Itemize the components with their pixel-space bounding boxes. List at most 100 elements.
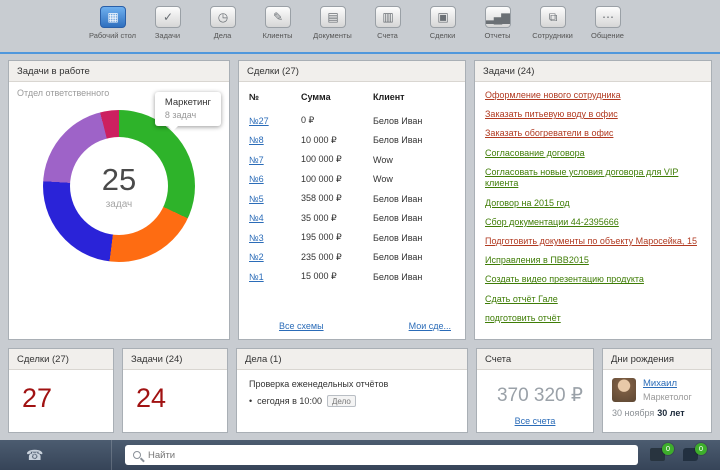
deal-client: Белов Иван bbox=[373, 209, 455, 229]
deal-sum: 358 000 ₽ bbox=[301, 189, 373, 209]
tooltip-title: Маркетинг bbox=[165, 97, 211, 108]
task-link[interactable]: подготовить отчёт bbox=[485, 313, 701, 325]
deals-table-header-row: № Сумма Клиент bbox=[249, 88, 455, 111]
deal-number-link[interactable]: №4 bbox=[249, 213, 264, 223]
deal-client: Белов Иван bbox=[373, 111, 455, 131]
badge-cards-icon: ⧉ bbox=[540, 6, 566, 28]
toolbar-item-label: Сотрудники bbox=[532, 31, 573, 40]
panel-title: Сделки (27) bbox=[9, 349, 113, 370]
deal-sum: 100 000 ₽ bbox=[301, 170, 373, 190]
deal-sum: 100 000 ₽ bbox=[301, 150, 373, 170]
panel-title: Задачи (24) bbox=[475, 61, 711, 82]
contacts-button[interactable]: 0 bbox=[650, 448, 667, 462]
deal-number-link[interactable]: №8 bbox=[249, 135, 264, 145]
invoices-total: 370 320 ₽ bbox=[487, 384, 583, 407]
contacts-count-badge: 0 bbox=[662, 443, 674, 455]
task-link[interactable]: Заказать питьевую воду в офис bbox=[485, 109, 701, 121]
dashboard-icon: ▦ bbox=[100, 6, 126, 28]
toolbar-item-desktop[interactable]: ▦ Рабочий стол bbox=[87, 6, 139, 40]
donut-chart[interactable]: 25 задач bbox=[43, 110, 195, 262]
search-icon bbox=[133, 451, 141, 459]
deal-client: Белов Иван bbox=[373, 131, 455, 151]
deal-client: Белов Иван bbox=[373, 248, 455, 268]
all-invoices-link[interactable]: Все счета bbox=[515, 416, 556, 426]
toolbar-item-label: Отчеты bbox=[485, 31, 511, 40]
deal-row: №6 100 000 ₽ Wow bbox=[249, 170, 455, 190]
task-link[interactable]: Договор на 2015 год bbox=[485, 198, 701, 210]
toolbar-item-label: Задачи bbox=[155, 31, 180, 40]
toolbar-item-label: Дела bbox=[214, 31, 232, 40]
tasks-count-value: 24 bbox=[123, 370, 227, 414]
phone-button[interactable]: ☎ bbox=[0, 440, 112, 470]
task-link[interactable]: Оформление нового сотрудника bbox=[485, 90, 701, 102]
deal-number-link[interactable]: №7 bbox=[249, 155, 264, 165]
chart-subtitle: Отдел ответственного bbox=[17, 88, 109, 98]
deal-row: №8 10 000 ₽ Белов Иван bbox=[249, 131, 455, 151]
chat-button[interactable]: 0 bbox=[683, 448, 700, 462]
panel-tasks-chart: Задачи в работе Отдел ответственного 25 … bbox=[8, 60, 230, 340]
deal-row: №2 235 000 ₽ Белов Иван bbox=[249, 248, 455, 268]
deal-number-link[interactable]: №27 bbox=[249, 116, 269, 126]
affair-type-badge: Дело bbox=[327, 395, 356, 407]
dashboard-main: Задачи в работе Отдел ответственного 25 … bbox=[0, 54, 720, 440]
panel-title: Задачи (24) bbox=[123, 349, 227, 370]
clients-icon: ✎ bbox=[265, 6, 291, 28]
task-link[interactable]: Сбор документации 44-2395666 bbox=[485, 217, 701, 229]
task-link[interactable]: Исправления в ПВВ2015 bbox=[485, 255, 701, 267]
clock-icon: ◷ bbox=[210, 6, 236, 28]
documents-icon: ▤ bbox=[320, 6, 346, 28]
toolbar-item-affairs[interactable]: ◷ Дела bbox=[197, 6, 249, 40]
toolbar-item-communication[interactable]: ⋯ Общение bbox=[582, 6, 634, 40]
top-toolbar: ▦ Рабочий стол ✓ Задачи ◷ Дела ✎ Клиенты… bbox=[0, 0, 720, 54]
search-box[interactable] bbox=[125, 445, 638, 465]
toolbar-item-clients[interactable]: ✎ Клиенты bbox=[252, 6, 304, 40]
panel-title: Счета bbox=[477, 349, 593, 370]
deal-client: Белов Иван bbox=[373, 228, 455, 248]
toolbar-item-label: Рабочий стол bbox=[89, 31, 136, 40]
briefcase-icon: ▣ bbox=[430, 6, 456, 28]
donut-total-label: задач bbox=[106, 199, 133, 210]
toolbar-item-label: Документы bbox=[313, 31, 352, 40]
my-deals-link[interactable]: Мои сде... bbox=[409, 321, 451, 331]
panel-birthdays: Дни рождения Михаил Маркетолог 30 ноября… bbox=[602, 348, 712, 433]
all-schemes-link[interactable]: Все схемы bbox=[279, 321, 324, 331]
task-link[interactable]: Подготовить документы по объекту Маросей… bbox=[485, 236, 701, 248]
task-link[interactable]: Согласовать новые условия договора для V… bbox=[485, 167, 701, 190]
deal-number-link[interactable]: №5 bbox=[249, 194, 264, 204]
task-link[interactable]: Заказать обогреватели в офис bbox=[485, 128, 701, 140]
toolbar-item-tasks[interactable]: ✓ Задачи bbox=[142, 6, 194, 40]
deal-number-link[interactable]: №2 bbox=[249, 252, 264, 262]
search-input[interactable] bbox=[148, 450, 630, 461]
avatar bbox=[612, 378, 636, 402]
tasks-check-icon: ✓ bbox=[155, 6, 181, 28]
deals-count-value: 27 bbox=[9, 370, 113, 414]
birthday-person-role: Маркетолог bbox=[643, 392, 692, 402]
task-link[interactable]: Создать видео презентацию продукта bbox=[485, 274, 701, 286]
task-link[interactable]: Сдать отчёт Гале bbox=[485, 294, 701, 306]
toolbar-item-documents[interactable]: ▤ Документы bbox=[307, 6, 359, 40]
column-header-number: № bbox=[249, 88, 301, 111]
affair-item-title[interactable]: Проверка еженедельных отчётов bbox=[249, 379, 455, 389]
toolbar-item-invoices[interactable]: ▥ Счета bbox=[362, 6, 414, 40]
birthday-person-link[interactable]: Михаил bbox=[643, 378, 677, 389]
deal-number-link[interactable]: №1 bbox=[249, 272, 264, 282]
column-header-client: Клиент bbox=[373, 88, 455, 111]
deals-table: № Сумма Клиент №27 0 ₽ Белов Иван bbox=[249, 88, 455, 287]
toolbar-item-employees[interactable]: ⧉ Сотрудники bbox=[527, 6, 579, 40]
toolbar-item-label: Сделки bbox=[430, 31, 456, 40]
toolbar-item-label: Общение bbox=[591, 31, 624, 40]
deal-row: №3 195 000 ₽ Белов Иван bbox=[249, 228, 455, 248]
toolbar-item-reports[interactable]: ▂▄▆ Отчеты bbox=[472, 6, 524, 40]
deal-number-link[interactable]: №3 bbox=[249, 233, 264, 243]
deal-row: №27 0 ₽ Белов Иван bbox=[249, 111, 455, 131]
deal-sum: 35 000 ₽ bbox=[301, 209, 373, 229]
donut-total-value: 25 bbox=[102, 162, 136, 198]
task-link[interactable]: Согласование договора bbox=[485, 148, 701, 160]
panel-title: Сделки (27) bbox=[239, 61, 465, 82]
panel-deals-count: Сделки (27) 27 bbox=[8, 348, 114, 433]
deal-number-link[interactable]: №6 bbox=[249, 174, 264, 184]
chat-count-badge: 0 bbox=[695, 443, 707, 455]
deal-sum: 10 000 ₽ bbox=[301, 131, 373, 151]
phone-icon: ☎ bbox=[26, 447, 43, 464]
toolbar-item-deals[interactable]: ▣ Сделки bbox=[417, 6, 469, 40]
